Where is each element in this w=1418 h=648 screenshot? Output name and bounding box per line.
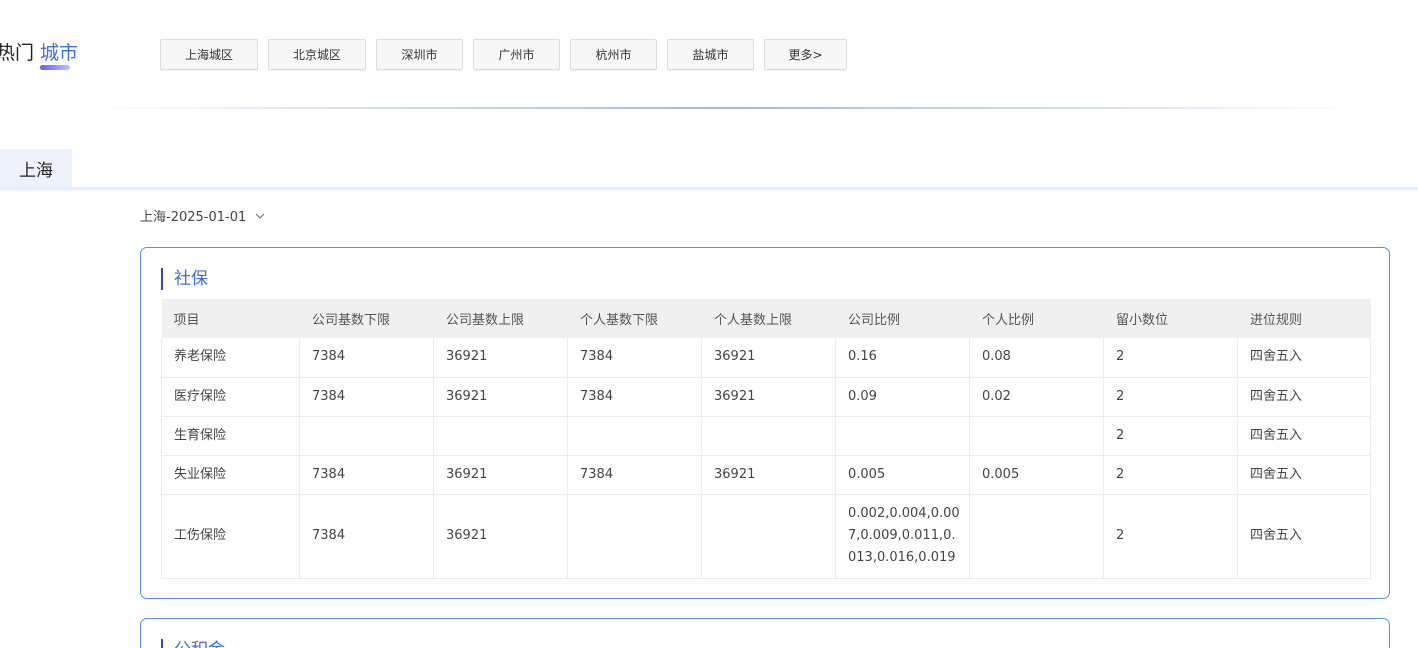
table-cell: 0.005 [969, 455, 1104, 495]
table-cell: 养老保险 [161, 338, 300, 378]
table-cell: 2 [1103, 338, 1238, 378]
table-cell [835, 416, 970, 456]
table-cell: 7384 [299, 455, 434, 495]
table-cell: 四舍五入 [1237, 338, 1371, 378]
social-insurance-table: 项目 公司基数下限 公司基数上限 个人基数下限 个人基数上限 公司比例 个人比例… [161, 299, 1371, 579]
hot-cities-title-accent: 城市 [40, 42, 79, 64]
table-cell: 0.09 [835, 377, 970, 417]
column-header: 个人基数上限 [701, 299, 836, 338]
table-cell [969, 494, 1104, 579]
table-cell: 36921 [701, 338, 836, 378]
chevron-down-icon [255, 213, 265, 219]
housing-fund-title: 公积金 [161, 639, 225, 648]
table-cell: 0.16 [835, 338, 970, 378]
table-cell: 7384 [567, 377, 702, 417]
hot-cities-title: 热门 城市 [0, 38, 78, 65]
table-cell: 医疗保险 [161, 377, 300, 417]
housing-fund-card: 公积金 [140, 618, 1390, 648]
column-header: 个人基数下限 [567, 299, 702, 338]
table-cell: 7384 [567, 338, 702, 378]
social-insurance-card: 社保 项目 公司基数下限 公司基数上限 个人基数下限 个人基数上限 公司比例 个… [140, 247, 1390, 599]
table-cell: 0.002,0.004,0.007,0.009,0.011,0.013,0.01… [835, 494, 970, 579]
table-cell: 2 [1103, 494, 1238, 579]
region-tab-shanghai[interactable]: 上海 [0, 149, 72, 187]
city-chip-beijing[interactable]: 北京城区 [268, 39, 366, 70]
table-cell: 36921 [701, 455, 836, 495]
table-cell [433, 416, 568, 456]
table-cell: 四舍五入 [1237, 494, 1371, 579]
table-row: 养老保险 7384 36921 7384 36921 0.16 0.08 2 四… [161, 338, 1371, 378]
table-cell: 0.08 [969, 338, 1104, 378]
table-cell: 36921 [433, 455, 568, 495]
table-cell [299, 416, 434, 456]
table-cell: 36921 [433, 338, 568, 378]
table-cell: 四舍五入 [1237, 416, 1371, 456]
column-header: 留小数位 [1103, 299, 1238, 338]
city-chip-shenzhen[interactable]: 深圳市 [376, 39, 463, 70]
column-header: 公司比例 [835, 299, 970, 338]
table-cell: 四舍五入 [1237, 377, 1371, 417]
table-cell: 7384 [299, 377, 434, 417]
region-tab-underline [0, 187, 1418, 191]
table-cell: 2 [1103, 416, 1238, 456]
table-cell: 7384 [567, 455, 702, 495]
table-cell [701, 494, 836, 579]
table-cell: 四舍五入 [1237, 455, 1371, 495]
table-cell: 36921 [701, 377, 836, 417]
city-chip-guangzhou[interactable]: 广州市 [473, 39, 560, 70]
column-header: 公司基数下限 [299, 299, 434, 338]
table-row: 失业保险 7384 36921 7384 36921 0.005 0.005 2… [161, 455, 1371, 495]
social-insurance-title: 社保 [161, 268, 208, 290]
city-chip-hangzhou[interactable]: 杭州市 [570, 39, 657, 70]
table-cell: 失业保险 [161, 455, 300, 495]
table-row: 工伤保险 7384 36921 0.002,0.004,0.007,0.009,… [161, 494, 1371, 579]
column-header: 公司基数上限 [433, 299, 568, 338]
table-row: 医疗保险 7384 36921 7384 36921 0.09 0.02 2 四… [161, 377, 1371, 417]
table-cell [969, 416, 1104, 456]
column-header: 项目 [161, 299, 300, 338]
column-header: 进位规则 [1237, 299, 1371, 338]
table-header-row: 项目 公司基数下限 公司基数上限 个人基数下限 个人基数上限 公司比例 个人比例… [161, 299, 1371, 338]
table-cell: 工伤保险 [161, 494, 300, 579]
table-cell: 0.02 [969, 377, 1104, 417]
city-chip-list: 上海城区 北京城区 深圳市 广州市 杭州市 盐城市 更多> [160, 39, 847, 70]
table-cell: 生育保险 [161, 416, 300, 456]
table-cell: 36921 [433, 377, 568, 417]
table-cell: 7384 [299, 494, 434, 579]
hot-cities-title-prefix: 热门 [0, 42, 35, 64]
policy-version-select[interactable]: 上海-2025-01-01 [140, 206, 266, 225]
policy-version-value: 上海-2025-01-01 [140, 210, 247, 225]
table-cell [701, 416, 836, 456]
table-cell [567, 494, 702, 579]
table-cell: 0.005 [835, 455, 970, 495]
table-cell: 36921 [433, 494, 568, 579]
table-row: 生育保险 2 四舍五入 [161, 416, 1371, 456]
table-cell: 7384 [299, 338, 434, 378]
top-divider [90, 107, 1360, 109]
city-chip-yancheng[interactable]: 盐城市 [667, 39, 754, 70]
table-cell [567, 416, 702, 456]
table-cell: 2 [1103, 377, 1238, 417]
more-cities-button[interactable]: 更多> [764, 39, 847, 70]
city-chip-shanghai[interactable]: 上海城区 [160, 39, 258, 70]
column-header: 个人比例 [969, 299, 1104, 338]
table-cell: 2 [1103, 455, 1238, 495]
